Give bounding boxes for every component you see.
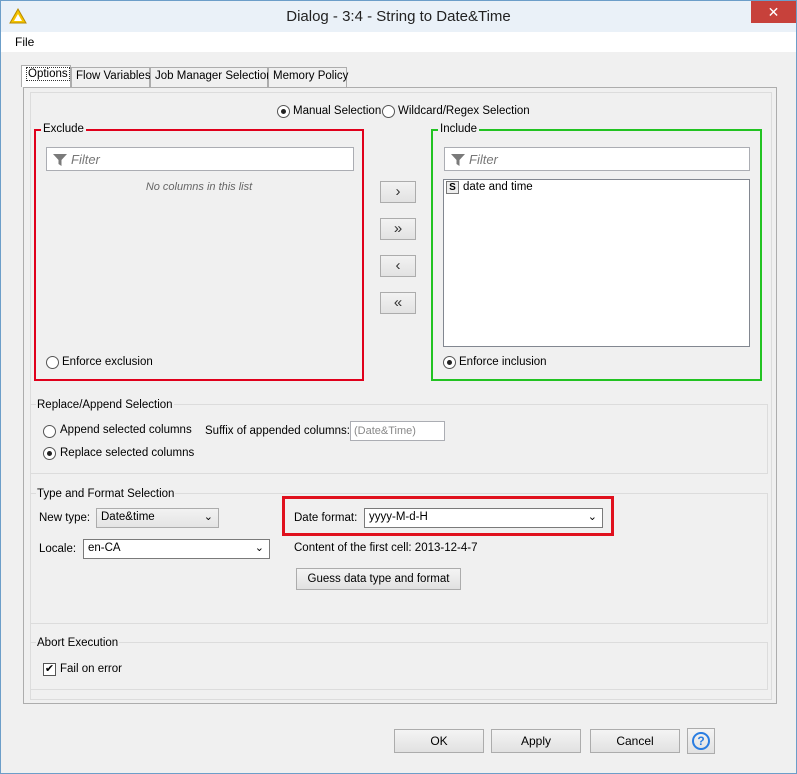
append-columns-label: Append selected columns [60,424,192,436]
apply-button[interactable]: Apply [491,729,581,753]
tab-options[interactable]: Options [21,65,71,87]
wildcard-selection-label: Wildcard/Regex Selection [398,105,530,117]
help-icon: ? [692,732,710,750]
string-type-icon: S [446,181,459,194]
chevron-down-icon: ⌄ [203,511,213,523]
first-cell-content: Content of the first cell: 2013-12-4-7 [294,542,478,554]
guess-format-button[interactable]: Guess data type and format [296,568,461,590]
locale-label: Locale: [39,543,77,555]
type-format-title: Type and Format Selection [36,488,176,500]
tab-flow-variables[interactable]: Flow Variables [71,67,151,87]
cancel-button[interactable]: Cancel [590,729,680,753]
date-format-select[interactable]: yyyy-M-d-H ⌄ [364,508,603,528]
locale-value: en-CA [88,542,121,554]
include-panel: Include Filter Enforce inclusion [431,123,762,381]
remove-all-button[interactable]: « [380,292,416,314]
abort-execution-group [30,642,768,690]
title-bar: Dialog - 3:4 - String to Date&Time ✕ [1,1,796,32]
enforce-inclusion-label: Enforce inclusion [459,356,547,368]
wildcard-selection-radio[interactable] [382,105,395,118]
chevron-down-icon: ⌄ [254,542,264,554]
include-column-list[interactable] [443,179,750,347]
add-button[interactable]: › [380,181,416,203]
locale-select[interactable]: en-CA ⌄ [83,539,270,559]
manual-selection-label: Manual Selection [293,105,382,117]
enforce-exclusion-radio[interactable] [46,356,59,369]
suffix-input[interactable]: (Date&Time) [350,421,445,441]
include-title: Include [438,123,480,135]
funnel-icon [53,154,67,166]
list-item[interactable]: date and time [463,181,533,193]
help-button[interactable]: ? [687,728,715,754]
menu-file[interactable]: File [15,35,34,49]
abort-execution-title: Abort Execution [36,637,120,649]
window-title: Dialog - 3:4 - String to Date&Time [286,8,511,25]
include-filter-input[interactable]: Filter [444,147,750,171]
tab-memory-policy[interactable]: Memory Policy [268,67,348,87]
exclude-filter-input[interactable]: Filter [46,147,354,171]
fail-on-error-checkbox[interactable]: ✔ [43,663,56,676]
menu-bar: File [1,32,796,52]
close-button[interactable]: ✕ [751,1,796,23]
tab-job-manager-selection[interactable]: Job Manager Selection [150,67,273,87]
replace-columns-radio[interactable] [43,447,56,460]
date-format-label: Date format: [294,512,358,524]
exclude-title: Exclude [41,123,86,135]
exclude-panel: Exclude Filter No columns in this list E… [34,123,364,381]
chevron-down-icon: ⌄ [587,511,597,523]
enforce-exclusion-label: Enforce exclusion [62,356,153,368]
new-type-label: New type: [39,512,91,524]
fail-on-error-label: Fail on error [60,663,122,675]
replace-columns-label: Replace selected columns [60,447,195,459]
manual-selection-radio[interactable] [277,105,290,118]
include-filter-placeholder: Filter [469,152,498,167]
dialog-window: Dialog - 3:4 - String to Date&Time ✕ Fil… [0,0,797,774]
append-columns-radio[interactable] [43,425,56,438]
new-type-value: Date&time [101,511,155,523]
exclude-filter-placeholder: Filter [71,152,100,167]
ok-button[interactable]: OK [394,729,484,753]
suffix-label: Suffix of appended columns: [205,425,350,437]
date-format-value: yyyy-M-d-H [369,511,428,523]
add-all-button[interactable]: » [380,218,416,240]
tab-options-label: Options [26,67,70,81]
replace-append-title: Replace/Append Selection [36,399,174,411]
funnel-icon [451,154,465,166]
exclude-empty-text: No columns in this list [145,181,253,193]
new-type-select[interactable]: Date&time ⌄ [96,508,219,528]
enforce-inclusion-radio[interactable] [443,356,456,369]
remove-button[interactable]: ‹ [380,255,416,277]
